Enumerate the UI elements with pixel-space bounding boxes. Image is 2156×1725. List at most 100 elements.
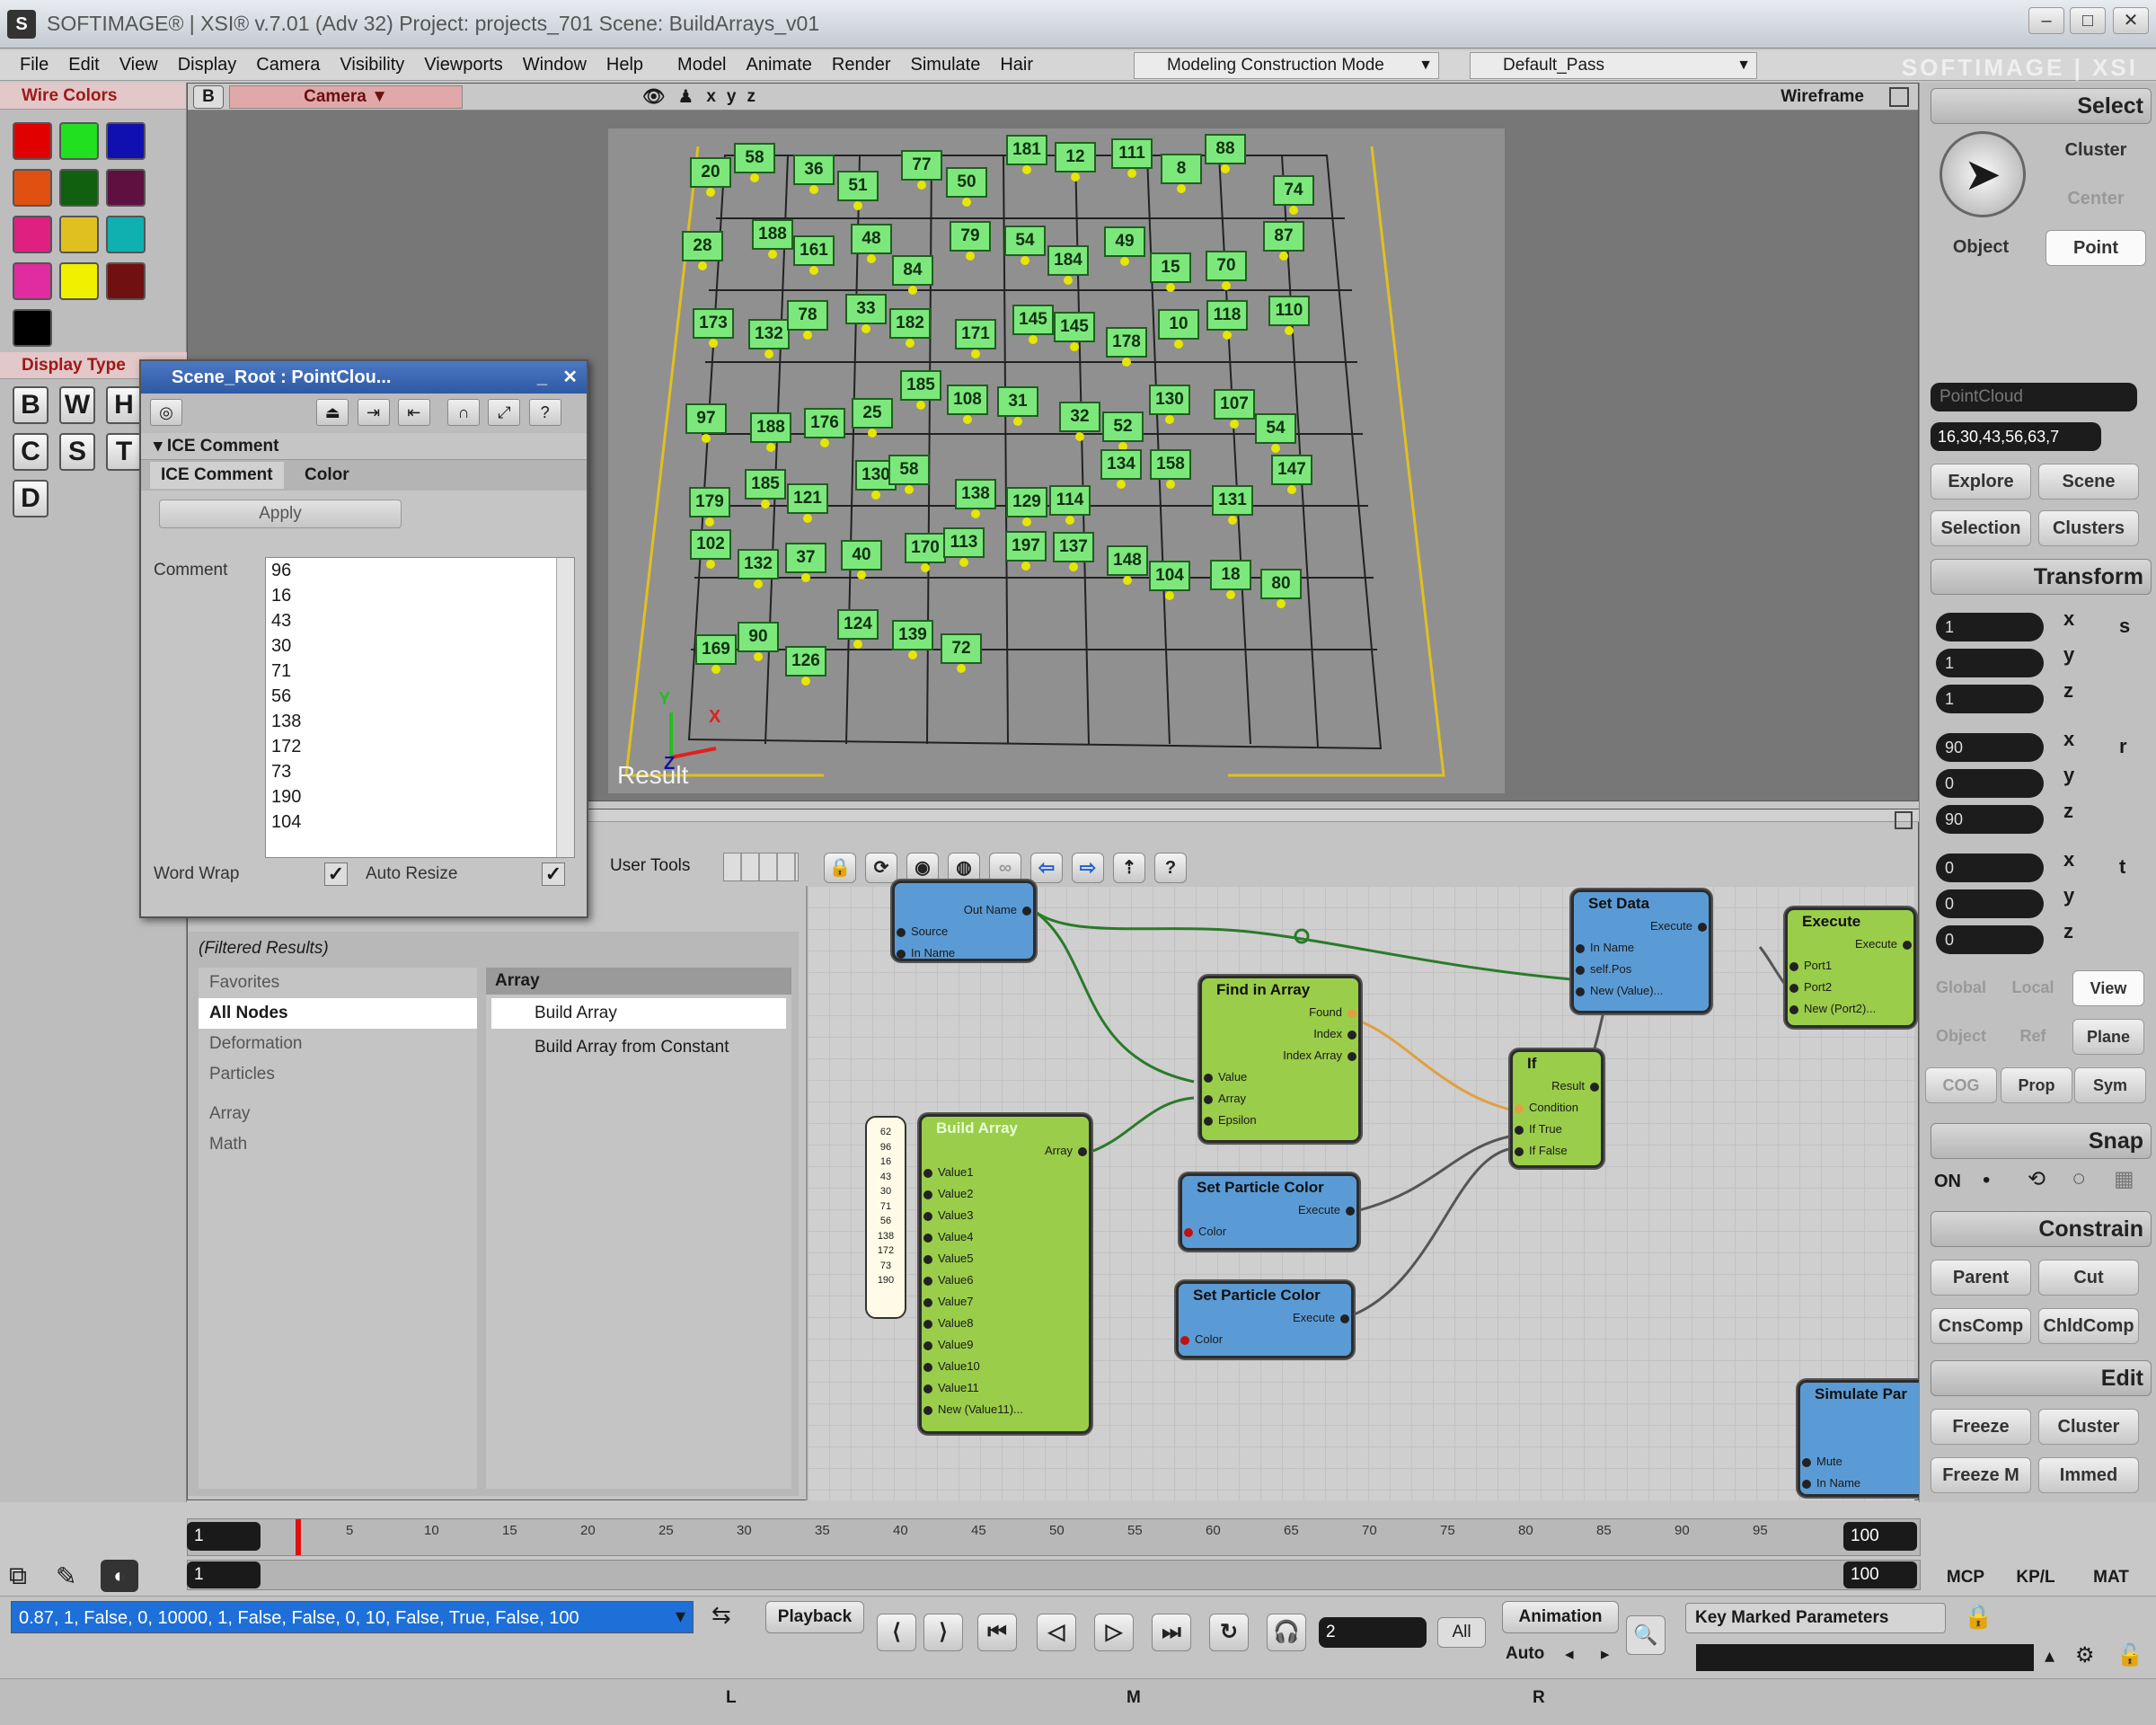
minimize-icon[interactable]: _ [537,361,547,394]
scene-button[interactable]: Scene [2038,464,2139,500]
play-backward-icon[interactable]: ◁ [1037,1614,1076,1651]
category-array[interactable]: Array [199,1099,477,1129]
wire-color-swatch[interactable] [59,122,99,160]
translate-x-field[interactable]: 0 [1936,854,2044,882]
in-name-port[interactable]: In Name [895,942,1033,959]
value-port[interactable]: Value2 [922,1183,1089,1205]
value-port[interactable]: Value3 [922,1205,1089,1226]
menu-display[interactable]: Display [178,55,237,75]
object-button[interactable]: Object [1931,230,2031,266]
rotate-z-field[interactable]: 90 [1936,805,2044,834]
simulate-particles-node[interactable]: Simulate Par Mute In Name [1798,1380,1920,1497]
snap-point-icon[interactable]: • [1983,1168,1990,1193]
menu-viewports[interactable]: Viewports [424,55,502,75]
ice-graph-canvas[interactable]: Out Name Source In Name Set Data Execute… [806,880,1920,1500]
set-data-node[interactable]: Set Data Execute In Name self.Pos New (V… [1571,889,1711,1013]
parent-icon[interactable]: ⇡ [1113,853,1145,883]
menu-camera[interactable]: Camera [256,55,320,75]
construction-mode-dropdown[interactable]: Modeling Construction Mode ▼ [1134,52,1439,79]
revert-icon[interactable]: ⇤ [397,399,430,426]
wire-color-swatch[interactable] [59,262,99,300]
auto-key-toggle[interactable]: Auto [1506,1644,1544,1664]
view-button[interactable]: View [2072,970,2144,1006]
result-port[interactable]: Result [1513,1075,1601,1097]
lock-icon[interactable]: 🔒 [824,853,856,883]
timeline-end-field[interactable]: 100 [1843,1522,1917,1551]
recycle-icon[interactable]: ◎ [150,399,182,426]
wire-color-swatch[interactable] [106,262,146,300]
display-type-b-button[interactable]: B [13,386,49,424]
current-frame-field[interactable]: 2 [1319,1617,1427,1648]
display-type-t-button[interactable]: T [106,433,142,471]
back-arrow-icon[interactable]: ⇦ [1030,853,1063,883]
range-start-field[interactable]: 1 [187,1561,261,1588]
menu-edit[interactable]: Edit [68,55,99,75]
freeze-button[interactable]: Freeze [1931,1409,2031,1445]
display-type-h-button[interactable]: H [106,386,142,424]
range-end-field[interactable]: 100 [1843,1561,1917,1588]
help-icon[interactable]: ? [1154,853,1187,883]
prop-button[interactable]: Prop [2001,1067,2072,1103]
all-button[interactable]: All [1437,1617,1486,1648]
key-marked-parameters[interactable]: Key Marked Parameters [1685,1603,1946,1633]
menu-file[interactable]: File [20,55,49,75]
wire-color-swatch[interactable] [106,169,146,207]
port2[interactable]: Port2 [1788,977,1913,998]
property-editor-title[interactable]: Scene_Root : PointClou... ✕ _ [141,361,587,394]
plane-button[interactable]: Plane [2072,1019,2144,1055]
execute-node[interactable]: Execute Execute Port1 Port2 New (Port2).… [1785,907,1916,1028]
category-particles[interactable]: Particles [199,1059,477,1090]
loop-icon[interactable]: ↻ [1209,1614,1249,1651]
playback-menu[interactable]: Playback [765,1601,864,1633]
scale-x-field[interactable]: 1 [1936,613,2044,641]
category-favorites[interactable]: Favorites [199,968,477,998]
value-port[interactable]: Value9 [922,1334,1089,1356]
wire-color-swatch[interactable] [106,216,146,253]
snap-curve-icon[interactable]: ⟲ [2028,1166,2046,1192]
axis-z-toggle[interactable]: z [747,87,755,107]
array-out-port[interactable]: Array [922,1140,1089,1162]
comment-scrollbar[interactable] [556,558,574,857]
rotate-y-field[interactable]: 0 [1936,769,2044,798]
cluster-edit-button[interactable]: Cluster [2038,1409,2139,1445]
display-type-s-button[interactable]: S [59,433,95,471]
timeline[interactable]: 5 10 15 20 25 30 35 40 45 50 55 60 65 70 75 80 85 90 95 [187,1518,1921,1556]
word-wrap-checkbox[interactable]: ✓ [324,862,348,886]
execute-port[interactable]: Execute [1182,1199,1356,1221]
tab-mat[interactable]: MAT [2075,1561,2147,1594]
value-port[interactable]: Value4 [922,1226,1089,1248]
render-icon[interactable]: ◐ [101,1560,138,1592]
menu-window[interactable]: Window [523,55,587,75]
command-line[interactable]: 0.87, 1, False, 0, 10000, 1, False, Fals… [11,1601,694,1633]
select-arrow-icon[interactable]: ➤ [1940,131,2026,217]
execute-out-port[interactable]: Execute [1788,933,1913,955]
play-forward-icon[interactable]: ▷ [1094,1614,1134,1651]
selection-button[interactable]: Selection [1931,510,2031,546]
axis-x-toggle[interactable]: x [706,87,716,107]
tab-kpl[interactable]: KP/L [2000,1561,2072,1594]
focus-icon[interactable]: ⤢ [488,399,521,426]
first-frame-icon[interactable]: ⏮ [977,1614,1017,1651]
self-pos-port[interactable]: self.Pos [1574,959,1709,980]
sym-button[interactable]: Sym [2074,1067,2146,1103]
set-particle-color-node-2[interactable]: Set Particle Color Execute Color [1176,1281,1354,1358]
source-port[interactable]: Source [895,921,1033,942]
menu-render[interactable]: Render [832,55,891,75]
ice-comment-section[interactable]: ▾ ICE Comment [141,433,587,460]
color-port[interactable]: Color [1179,1329,1351,1350]
point-button[interactable]: Point [2046,230,2146,266]
found-port[interactable]: Found [1202,1002,1358,1023]
load-preset-icon[interactable]: ⏏ [316,399,349,426]
prev-frame-icon[interactable]: ⟨ [877,1614,916,1651]
forward-arrow-icon[interactable]: ⇨ [1072,853,1104,883]
execute-port[interactable]: Execute [1179,1307,1351,1329]
rotate-x-field[interactable]: 90 [1936,733,2044,762]
translate-z-field[interactable]: 0 [1936,925,2044,954]
apply-button[interactable]: Apply [159,500,402,528]
local-button[interactable]: Local [1997,970,2069,1006]
axis-y-toggle[interactable]: y [727,87,737,107]
auto-resize-checkbox[interactable]: ✓ [542,862,565,886]
snap-on-toggle[interactable]: ON [1934,1172,1961,1192]
audio-icon[interactable]: 🎧 [1267,1614,1306,1651]
cog-button[interactable]: COG [1925,1067,1997,1103]
